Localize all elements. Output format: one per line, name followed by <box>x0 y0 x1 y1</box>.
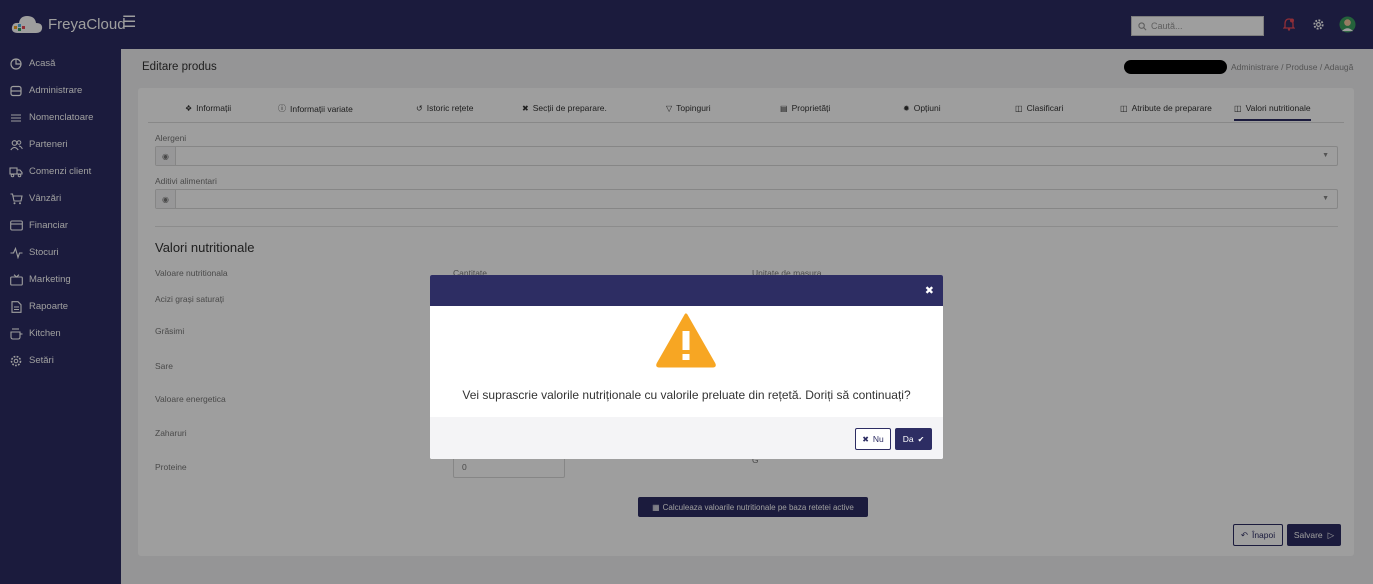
yes-button-label: Da <box>902 434 914 444</box>
confirm-dialog: ✖ Vei suprascrie valorile nutriționale c… <box>430 275 943 459</box>
dialog-header: ✖ <box>430 275 943 306</box>
dialog-message: Vei suprascrie valorile nutriționale cu … <box>462 388 911 402</box>
x-icon: ✖ <box>862 434 869 444</box>
no-button-label: Nu <box>872 434 884 444</box>
check-icon: ✔ <box>917 434 925 444</box>
yes-button[interactable]: Da ✔ <box>895 428 932 450</box>
no-button[interactable]: ✖ Nu <box>855 428 891 450</box>
dialog-footer: ✖ Nu Da ✔ <box>430 417 943 459</box>
close-icon[interactable]: ✖ <box>925 284 934 297</box>
warning-icon <box>656 313 716 368</box>
